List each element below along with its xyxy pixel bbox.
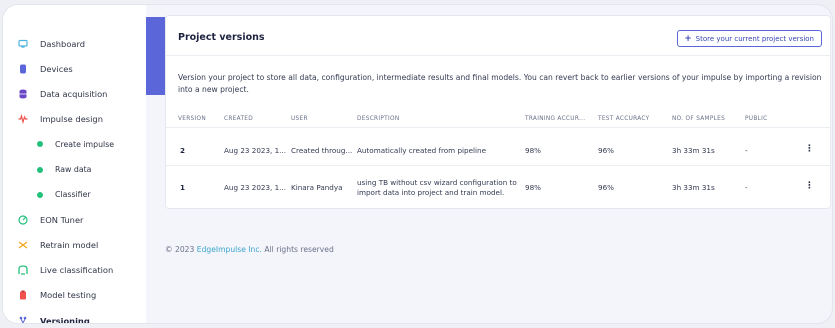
project-versions-card: Project versions + Store your current pr… xyxy=(165,15,831,209)
sidebar-item-label: Classifier xyxy=(55,190,91,200)
dot-icon xyxy=(37,166,43,173)
cell-user: Kinara Pandya xyxy=(291,183,343,192)
live-icon xyxy=(17,265,28,276)
cell-training-accuracy: 98% xyxy=(525,146,541,155)
app-window: Dashboard Devices Data acquisition Impul… xyxy=(2,4,833,324)
cell-public: - xyxy=(745,146,748,155)
table-header: VERSION CREATED USER DESCRIPTION TRAININ… xyxy=(166,112,830,128)
dot-icon xyxy=(37,141,43,148)
accent-bar xyxy=(146,17,165,95)
table-row[interactable]: 2 Aug 23 2023, 1... Created throug... Au… xyxy=(166,134,830,166)
sidebar-item-impulse-design[interactable]: Impulse design xyxy=(3,107,146,132)
rights-text: All rights reserved xyxy=(264,245,334,254)
card-description: Version your project to store all data, … xyxy=(178,73,822,94)
branch-icon xyxy=(17,315,28,323)
sidebar-item-label: Raw data xyxy=(55,165,92,175)
footer: © 2023 EdgeImpulse Inc. All rights reser… xyxy=(165,245,334,254)
row-menu-icon[interactable]: ⋮ xyxy=(805,181,814,191)
cell-created: Aug 23 2023, 1... xyxy=(224,183,287,192)
sidebar-item-dashboard[interactable]: Dashboard xyxy=(3,31,146,56)
col-samples[interactable]: NO. OF SAMPLES xyxy=(672,116,725,122)
card-header: Project versions + Store your current pr… xyxy=(166,16,830,56)
sidebar-item-live-classification[interactable]: Live classification xyxy=(3,258,146,283)
sidebar-item-raw-data[interactable]: Raw data xyxy=(3,157,146,182)
row-menu-icon[interactable]: ⋮ xyxy=(805,144,814,154)
cell-samples: 3h 33m 31s xyxy=(672,183,715,192)
cell-version: 1 xyxy=(180,183,186,192)
col-training-accuracy[interactable]: TRAINING ACCUR... xyxy=(525,116,585,122)
copyright-text: © 2023 xyxy=(165,245,195,254)
cell-test-accuracy: 96% xyxy=(598,183,614,192)
pulse-icon xyxy=(17,114,28,125)
col-description[interactable]: DESCRIPTION xyxy=(357,116,400,122)
shuffle-icon xyxy=(17,240,28,251)
cell-description: using TB without csv wizard configuratio… xyxy=(357,178,517,197)
cell-test-accuracy: 96% xyxy=(598,146,614,155)
sidebar-item-retrain-model[interactable]: Retrain model xyxy=(3,233,146,258)
page-title: Project versions xyxy=(178,32,265,43)
sidebar-item-label: Impulse design xyxy=(40,114,103,125)
sidebar-item-label: Create impulse xyxy=(55,139,115,149)
device-icon xyxy=(17,63,28,74)
sidebar-item-label: Devices xyxy=(40,63,73,74)
sidebar-item-label: Data acquisition xyxy=(40,88,108,99)
store-version-label: Store your current project version xyxy=(695,34,814,43)
cell-training-accuracy: 98% xyxy=(525,183,541,192)
dot-icon xyxy=(37,191,43,198)
sidebar-item-label: Retrain model xyxy=(40,240,99,251)
sidebar-item-eon-tuner[interactable]: EON Tuner xyxy=(3,207,146,232)
sidebar-item-versioning[interactable]: Versioning xyxy=(3,308,146,324)
sidebar-item-label: Model testing xyxy=(40,290,97,301)
col-public[interactable]: PUBLIC xyxy=(745,116,768,122)
cell-version: 2 xyxy=(180,146,186,155)
col-version[interactable]: VERSION xyxy=(178,116,206,122)
monitor-icon xyxy=(17,38,28,49)
col-created[interactable]: CREATED xyxy=(224,116,253,122)
cell-description: Automatically created from pipeline xyxy=(357,146,486,155)
sidebar-item-label: Versioning xyxy=(40,315,90,324)
sidebar-item-create-impulse[interactable]: Create impulse xyxy=(3,132,146,157)
sidebar-item-classifier[interactable]: Classifier xyxy=(3,182,146,207)
cell-created: Aug 23 2023, 1... xyxy=(224,146,287,155)
sidebar-item-label: EON Tuner xyxy=(40,214,84,225)
store-version-button[interactable]: + Store your current project version xyxy=(676,30,822,47)
col-test-accuracy[interactable]: TEST ACCURACY xyxy=(598,116,650,122)
cell-samples: 3h 33m 31s xyxy=(672,146,715,155)
sidebar: Dashboard Devices Data acquisition Impul… xyxy=(3,5,146,323)
main-content: Project versions + Store your current pr… xyxy=(165,15,832,323)
plus-icon: + xyxy=(684,33,692,44)
col-user[interactable]: USER xyxy=(291,116,308,122)
company-link[interactable]: EdgeImpulse Inc. xyxy=(197,245,262,254)
database-icon xyxy=(17,88,28,99)
clipboard-icon xyxy=(17,290,28,301)
table-row[interactable]: 1 Aug 23 2023, 1... Kinara Pandya using … xyxy=(166,171,830,203)
sidebar-item-devices[interactable]: Devices xyxy=(3,56,146,81)
sidebar-item-label: Live classification xyxy=(40,265,114,276)
sidebar-item-model-testing[interactable]: Model testing xyxy=(3,283,146,308)
tuner-icon xyxy=(17,214,28,225)
cell-public: - xyxy=(745,183,748,192)
sidebar-item-label: Dashboard xyxy=(40,38,86,49)
sidebar-item-data-acquisition[interactable]: Data acquisition xyxy=(3,81,146,106)
cell-user: Created throug... xyxy=(291,146,353,155)
